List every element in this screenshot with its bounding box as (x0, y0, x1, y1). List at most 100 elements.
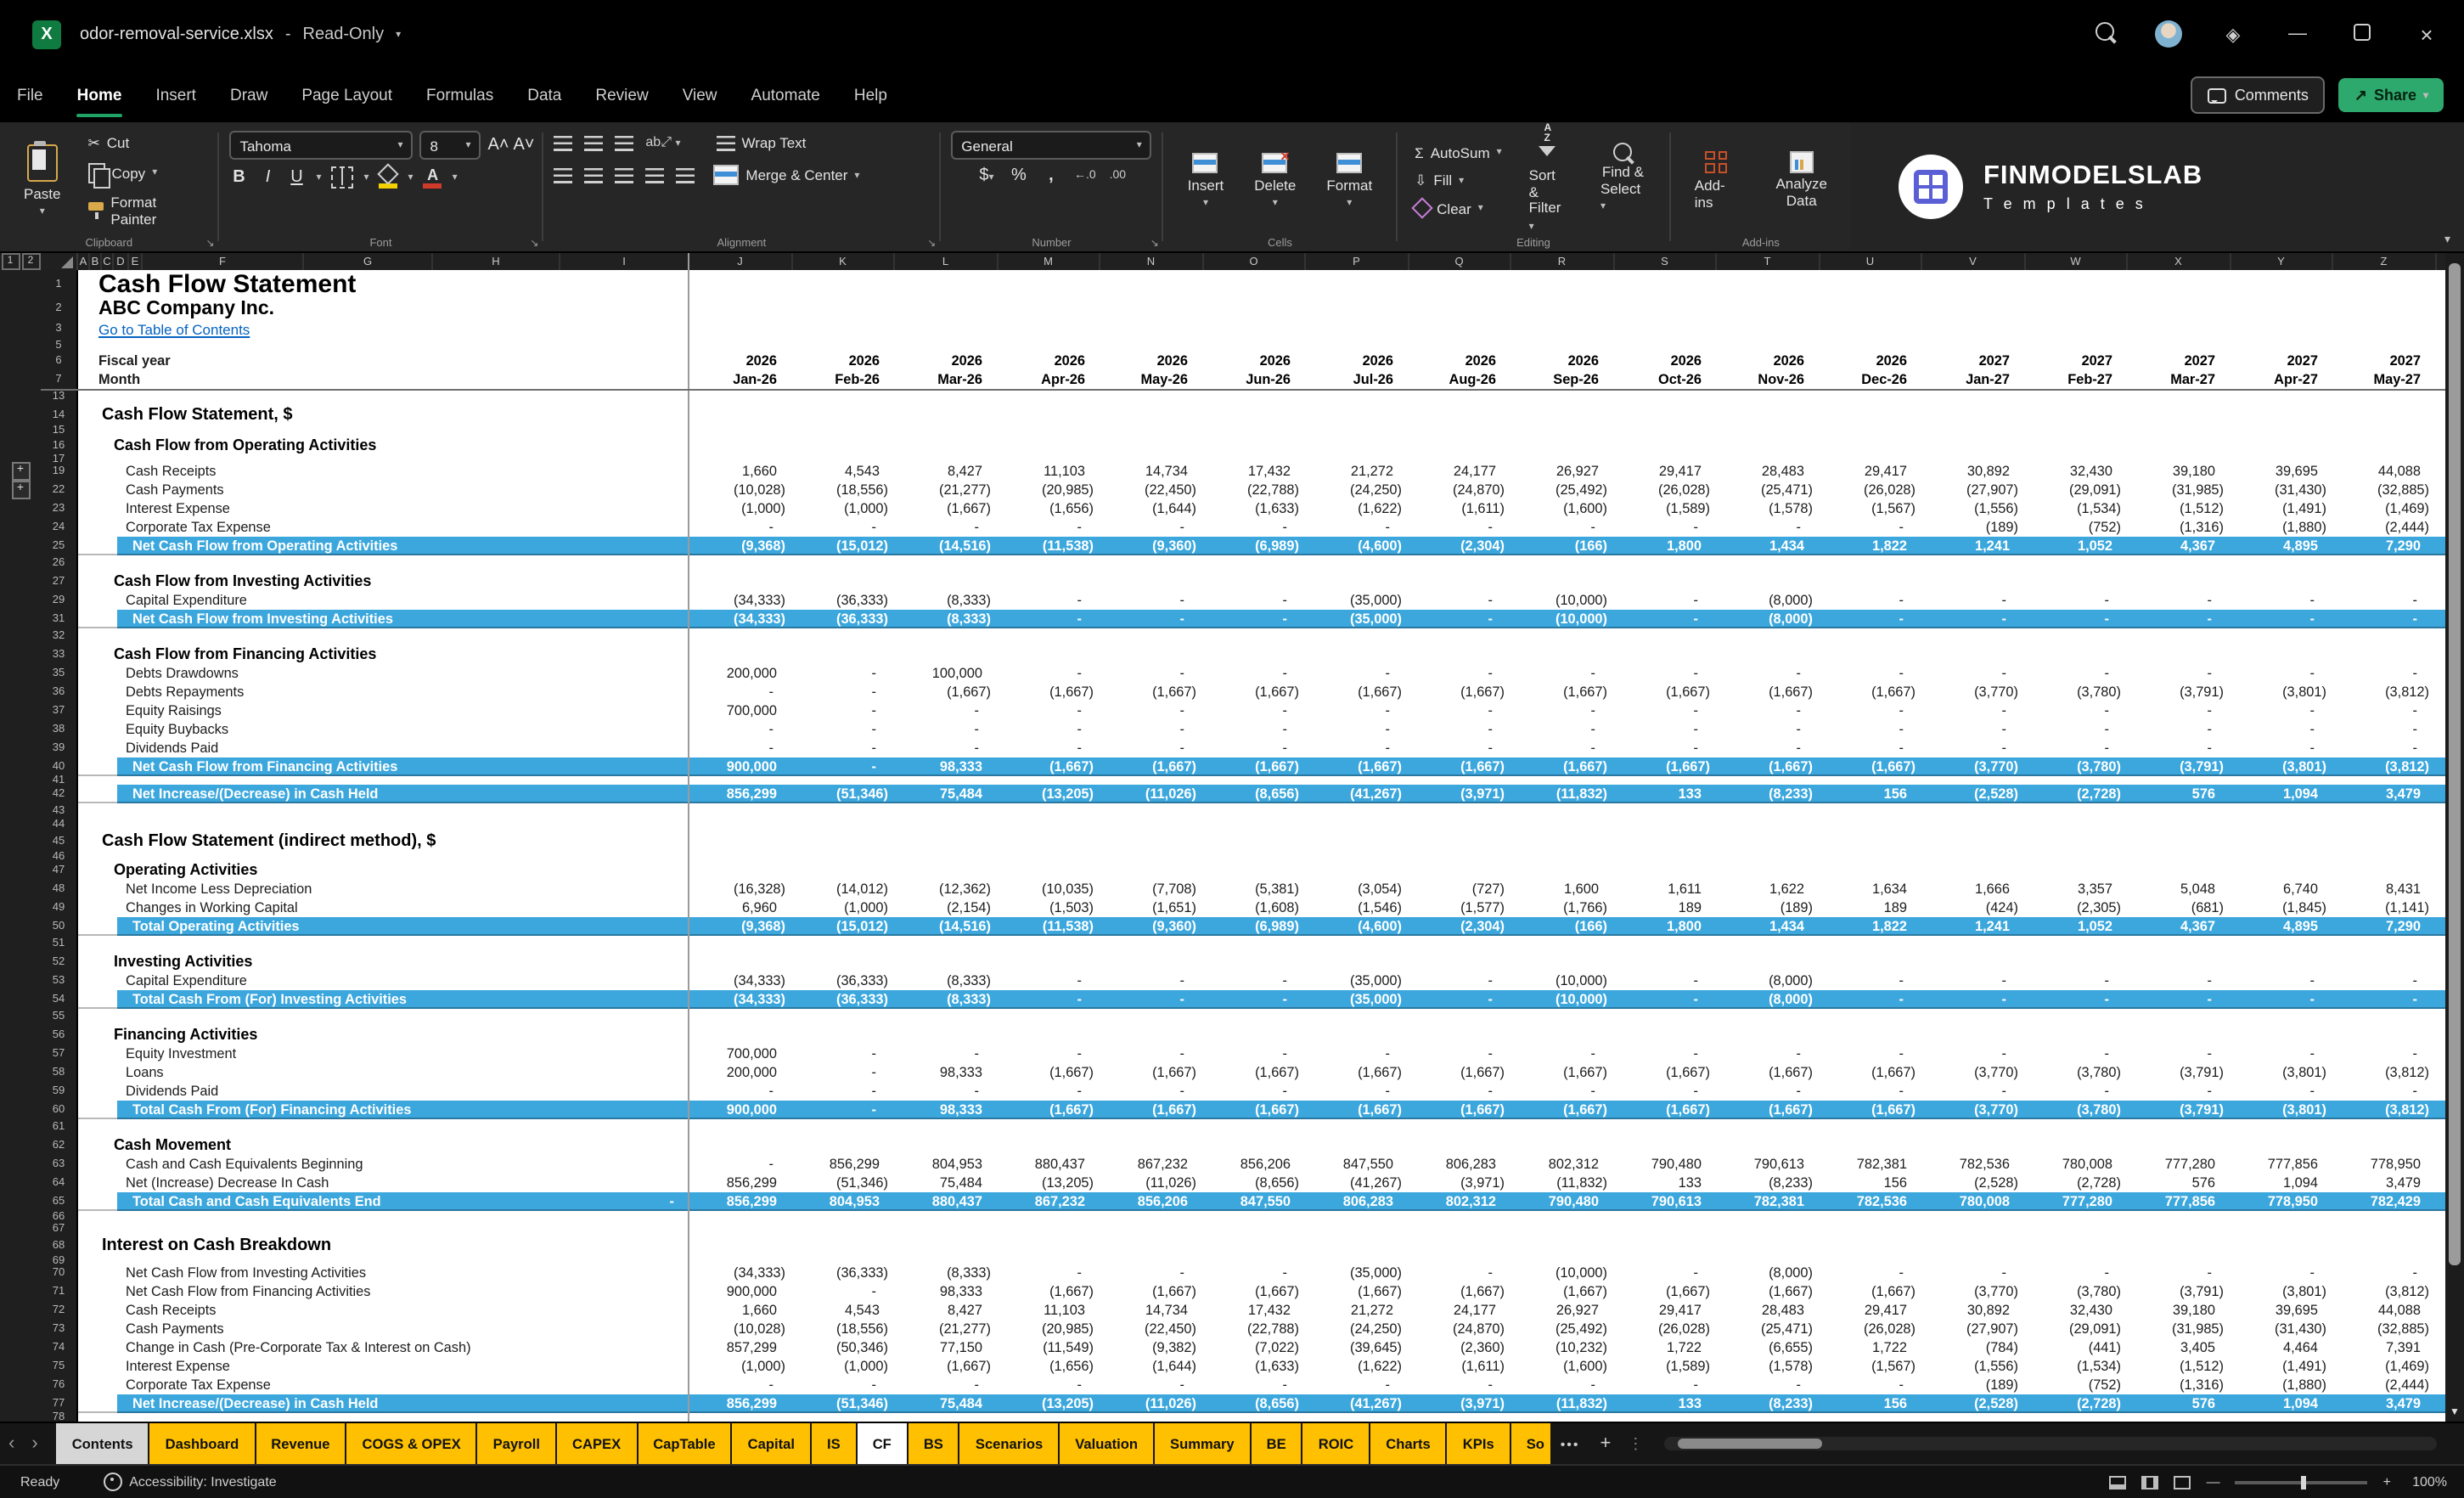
cell[interactable]: (8,333) (895, 973, 998, 988)
cell[interactable]: 3,479 (2333, 786, 2436, 801)
cell[interactable]: 30,892 (1922, 464, 2025, 479)
sheet-tab-cogs-opex[interactable]: COGS & OPEX (346, 1423, 475, 1464)
cell[interactable]: - (1409, 611, 1511, 626)
row-header-46[interactable]: 46 (41, 853, 78, 859)
sheet-tab-be[interactable]: BE (1252, 1423, 1302, 1464)
row-header-40[interactable]: 40 (41, 757, 78, 776)
cell[interactable]: (12,362) (895, 881, 998, 897)
cell[interactable]: 1,600 (1511, 881, 1614, 897)
search-icon[interactable] (2090, 22, 2118, 46)
cell[interactable]: (189) (1922, 520, 2025, 535)
cell[interactable]: - (1203, 1084, 1306, 1099)
cell[interactable]: - (792, 1065, 895, 1080)
font-dialog-launcher[interactable]: ↘ (530, 238, 538, 250)
cell[interactable]: (9,360) (1100, 918, 1203, 933)
row-header-55[interactable]: 55 (41, 1009, 78, 1024)
cell[interactable]: - (2025, 703, 2128, 718)
cell[interactable]: (3,801) (2231, 1284, 2333, 1299)
cell[interactable]: - (1100, 1265, 1203, 1281)
cell[interactable]: (3,780) (2025, 1284, 2128, 1299)
insert-cells-button[interactable]: Insert▾ (1174, 149, 1238, 211)
menu-help[interactable]: Help (837, 68, 904, 122)
cell[interactable]: (8,000) (1717, 611, 1820, 626)
font-family-select[interactable]: Tahoma▾ (229, 131, 413, 160)
cell[interactable]: (10,000) (1511, 611, 1614, 626)
cell[interactable]: - (1820, 991, 1922, 1006)
cell[interactable]: (5,381) (1203, 881, 1306, 897)
cell[interactable]: (35,000) (1306, 593, 1409, 608)
cell[interactable]: (3,812) (2333, 1065, 2436, 1080)
cell[interactable]: - (2231, 973, 2333, 988)
cell[interactable]: 700,000 (689, 1046, 792, 1062)
cell[interactable]: (1,667) (895, 1359, 998, 1374)
cell[interactable]: - (1409, 1265, 1511, 1281)
cell[interactable]: (3,791) (2128, 758, 2231, 774)
share-button[interactable]: ↗Share▾ (2339, 78, 2444, 112)
scroll-down-arrow-icon[interactable]: ▼ (2445, 1408, 2464, 1418)
cell[interactable]: - (1717, 703, 1820, 718)
cell[interactable]: 2026 (1511, 353, 1614, 369)
add-sheet-button[interactable]: + (1590, 1423, 1622, 1464)
cell[interactable]: - (1922, 611, 2025, 626)
cell[interactable]: 8,427 (895, 1303, 998, 1318)
menu-home[interactable]: Home (60, 68, 139, 122)
read-only-badge[interactable]: Read-Only (303, 25, 385, 43)
cell[interactable]: 806,283 (1306, 1193, 1409, 1208)
cell[interactable]: (4,600) (1306, 918, 1409, 933)
cell[interactable]: 3,357 (2025, 881, 2128, 897)
decrease-decimal-button[interactable]: .00 (1110, 170, 1126, 182)
cell[interactable]: - (895, 520, 998, 535)
vertical-scrollbar[interactable]: ▼ (2445, 253, 2464, 1422)
cell[interactable]: (1,622) (1306, 1359, 1409, 1374)
increase-indent-icon[interactable] (676, 167, 695, 183)
cell[interactable]: - (1511, 666, 1614, 681)
number-format-select[interactable]: General▾ (951, 131, 1151, 160)
cell[interactable]: 39,180 (2128, 464, 2231, 479)
cell[interactable]: - (1922, 741, 2025, 756)
cell[interactable]: - (2025, 1265, 2128, 1281)
cell[interactable]: (727) (1409, 881, 1511, 897)
cell[interactable]: (1,880) (2231, 520, 2333, 535)
cell[interactable]: (2,154) (895, 900, 998, 915)
cell[interactable]: 790,613 (1717, 1157, 1820, 1172)
cell[interactable]: - (1717, 722, 1820, 737)
column-header-F[interactable]: F (143, 253, 304, 270)
clear-button[interactable]: Clear▾ (1408, 196, 1509, 220)
cell[interactable]: (15,012) (792, 538, 895, 553)
restore-button[interactable] (2349, 23, 2376, 45)
cell[interactable]: - (1614, 520, 1717, 535)
row-header-7[interactable]: 7 (41, 370, 78, 389)
grow-font-button[interactable]: A˄ (487, 136, 506, 155)
cell[interactable]: 782,536 (1922, 1157, 2025, 1172)
cell[interactable]: - (2333, 1046, 2436, 1062)
cell[interactable]: - (1511, 722, 1614, 737)
cell[interactable]: 856,299 (792, 1157, 895, 1172)
cell[interactable]: (1,503) (998, 900, 1100, 915)
sheet-tab-summary[interactable]: Summary (1155, 1423, 1250, 1464)
cell[interactable]: (1,667) (1100, 1284, 1203, 1299)
cell[interactable]: - (1203, 1377, 1306, 1393)
sheet-tab-valuation[interactable]: Valuation (1060, 1423, 1153, 1464)
cell[interactable]: - (1409, 1046, 1511, 1062)
cell[interactable]: - (2333, 703, 2436, 718)
cell[interactable]: - (1922, 973, 2025, 988)
zoom-slider-thumb[interactable] (2302, 1475, 2306, 1489)
cell[interactable]: - (1306, 1084, 1409, 1099)
fill-color-button[interactable] (380, 166, 398, 189)
cell[interactable]: - (1306, 666, 1409, 681)
zoom-in-button[interactable]: + (2383, 1474, 2391, 1490)
cell[interactable]: (31,430) (2231, 482, 2333, 498)
cell[interactable]: (31,985) (2128, 482, 2231, 498)
cell[interactable]: - (1511, 520, 1614, 535)
cell[interactable]: 802,312 (1409, 1193, 1511, 1208)
underline-button[interactable]: U (287, 168, 306, 187)
cell[interactable]: - (2025, 741, 2128, 756)
paste-button[interactable]: Paste▾ (10, 140, 75, 220)
menu-automate[interactable]: Automate (734, 68, 837, 122)
cell[interactable]: 782,381 (1717, 1193, 1820, 1208)
cell[interactable]: 2027 (2231, 353, 2333, 369)
row-header-37[interactable]: 37 (41, 701, 78, 720)
avatar[interactable] (2155, 20, 2182, 48)
cell[interactable]: - (2128, 593, 2231, 608)
cell[interactable]: - (1203, 611, 1306, 626)
